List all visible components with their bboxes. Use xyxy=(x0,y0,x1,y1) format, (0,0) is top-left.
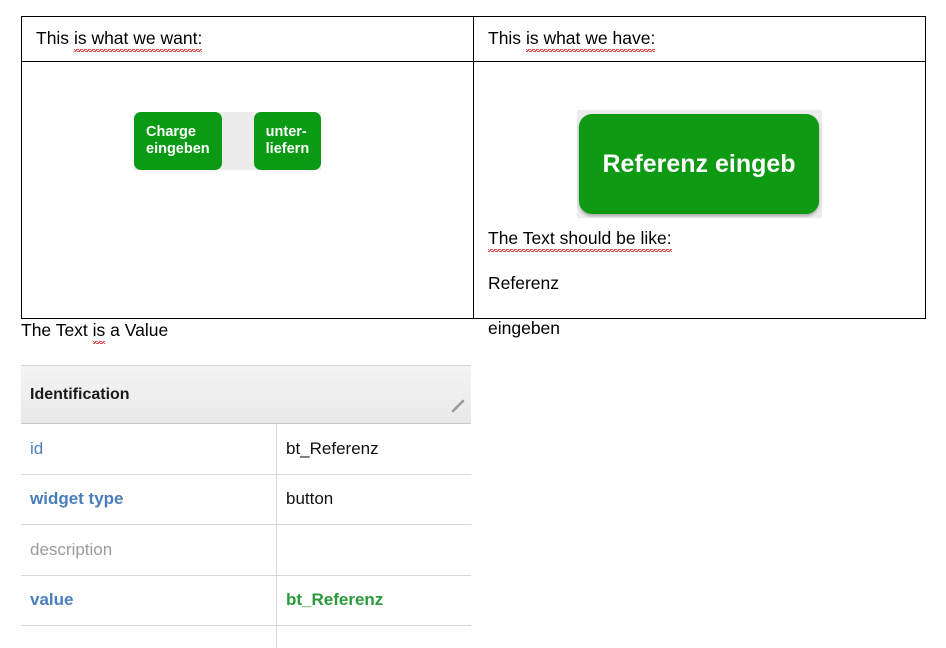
unter-liefern-button[interactable]: unter- liefern xyxy=(253,112,322,170)
property-value[interactable]: button xyxy=(277,475,471,525)
have-header-text: This is what we have: xyxy=(474,17,656,51)
identification-section-header[interactable]: Identification xyxy=(21,365,471,424)
desired-button-strip: Charge eingeben unter- liefern xyxy=(134,112,322,170)
table-row[interactable]: widget type button xyxy=(21,474,471,525)
expected-text-label: The Text should be like: xyxy=(488,228,672,248)
properties-panel: Identification id bt_Referenz widget typ… xyxy=(21,365,471,648)
want-header-plain: This xyxy=(36,28,74,48)
button-strip-gap xyxy=(221,112,254,170)
property-key xyxy=(21,626,277,648)
value-caption-plain-before: The Text xyxy=(21,320,93,340)
actual-button-container: Referenz eingeb xyxy=(577,110,822,218)
want-header-cell: This is what we want: xyxy=(21,16,474,62)
property-key: id xyxy=(21,424,277,474)
resize-grip-icon[interactable] xyxy=(450,398,466,414)
want-header-misspelled: is what we want: xyxy=(73,28,203,51)
want-body-cell: Charge eingeben unter- liefern xyxy=(21,61,474,319)
have-header-misspelled: is what we have: xyxy=(525,28,656,51)
property-key: value xyxy=(21,575,277,625)
have-header-plain: This xyxy=(488,28,526,48)
expected-text-plain: The Text xyxy=(488,228,560,248)
table-row[interactable] xyxy=(21,626,471,648)
property-key: widget type xyxy=(21,474,277,524)
expected-text-misspelled: should be xyxy=(559,228,636,248)
referenz-eingeben-button[interactable]: Referenz eingeb xyxy=(579,114,819,214)
have-body-cell: Referenz eingeb The Text should be like:… xyxy=(473,61,926,337)
have-body: Referenz eingeb The Text should be like:… xyxy=(474,62,925,337)
property-value[interactable]: bt_Referenz xyxy=(277,576,471,626)
value-caption-misspelled: is xyxy=(92,320,106,343)
table-row[interactable]: value bt_Referenz xyxy=(21,575,471,626)
table-row[interactable]: id bt_Referenz xyxy=(21,424,471,475)
have-header-cell: This is what we have: xyxy=(473,16,926,62)
comparison-body-row: Charge eingeben unter- liefern Referenz … xyxy=(21,61,926,337)
expected-text-line-2: eingeben xyxy=(488,318,561,338)
identification-title: Identification xyxy=(30,385,130,403)
table-row[interactable]: description xyxy=(21,525,471,576)
value-caption: The Text is a Value xyxy=(21,320,169,343)
value-caption-plain-after: a Value xyxy=(105,320,169,340)
property-value[interactable] xyxy=(277,525,471,575)
expected-text-line-1: Referenz xyxy=(488,273,560,293)
expected-text-tail: like: xyxy=(635,228,672,248)
property-key: description xyxy=(21,525,277,575)
charge-eingeben-button[interactable]: Charge eingeben xyxy=(134,112,222,170)
property-value[interactable] xyxy=(277,626,471,648)
property-value[interactable]: bt_Referenz xyxy=(277,424,471,474)
comparison-table: This is what we want: This is what we ha… xyxy=(21,16,926,337)
want-header-text: This is what we want: xyxy=(22,17,203,51)
want-body: Charge eingeben unter- liefern xyxy=(22,62,473,318)
comparison-header-row: This is what we want: This is what we ha… xyxy=(21,16,926,62)
